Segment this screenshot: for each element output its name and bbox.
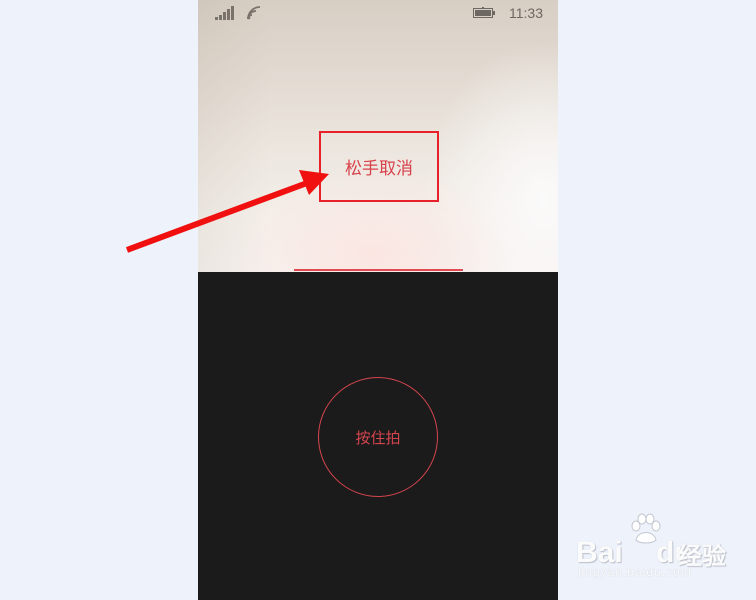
watermark-url: jingyan.baidu.com (578, 565, 692, 579)
wifi-icon (247, 6, 261, 20)
screenshot-stage: 11:33 松手取消 按住拍 Bai du 经验 jingyan.baidu.c… (0, 0, 756, 600)
baidu-jingyan-watermark: Bai du 经验 jingyan.baidu.com (572, 512, 742, 582)
battery-icon (473, 7, 495, 18)
shutter-button-label: 按住拍 (355, 429, 401, 447)
recording-progress-bar (294, 269, 463, 271)
hold-to-shoot-button[interactable]: 按住拍 (318, 377, 438, 497)
phone-screen: 11:33 松手取消 按住拍 (198, 0, 558, 600)
signal-icon (215, 6, 234, 20)
cancel-hint-label: 松手取消 (345, 159, 413, 178)
release-to-cancel-hint: 松手取消 (319, 131, 439, 202)
status-bar: 11:33 (198, 0, 558, 26)
status-clock: 11:33 (509, 5, 543, 21)
